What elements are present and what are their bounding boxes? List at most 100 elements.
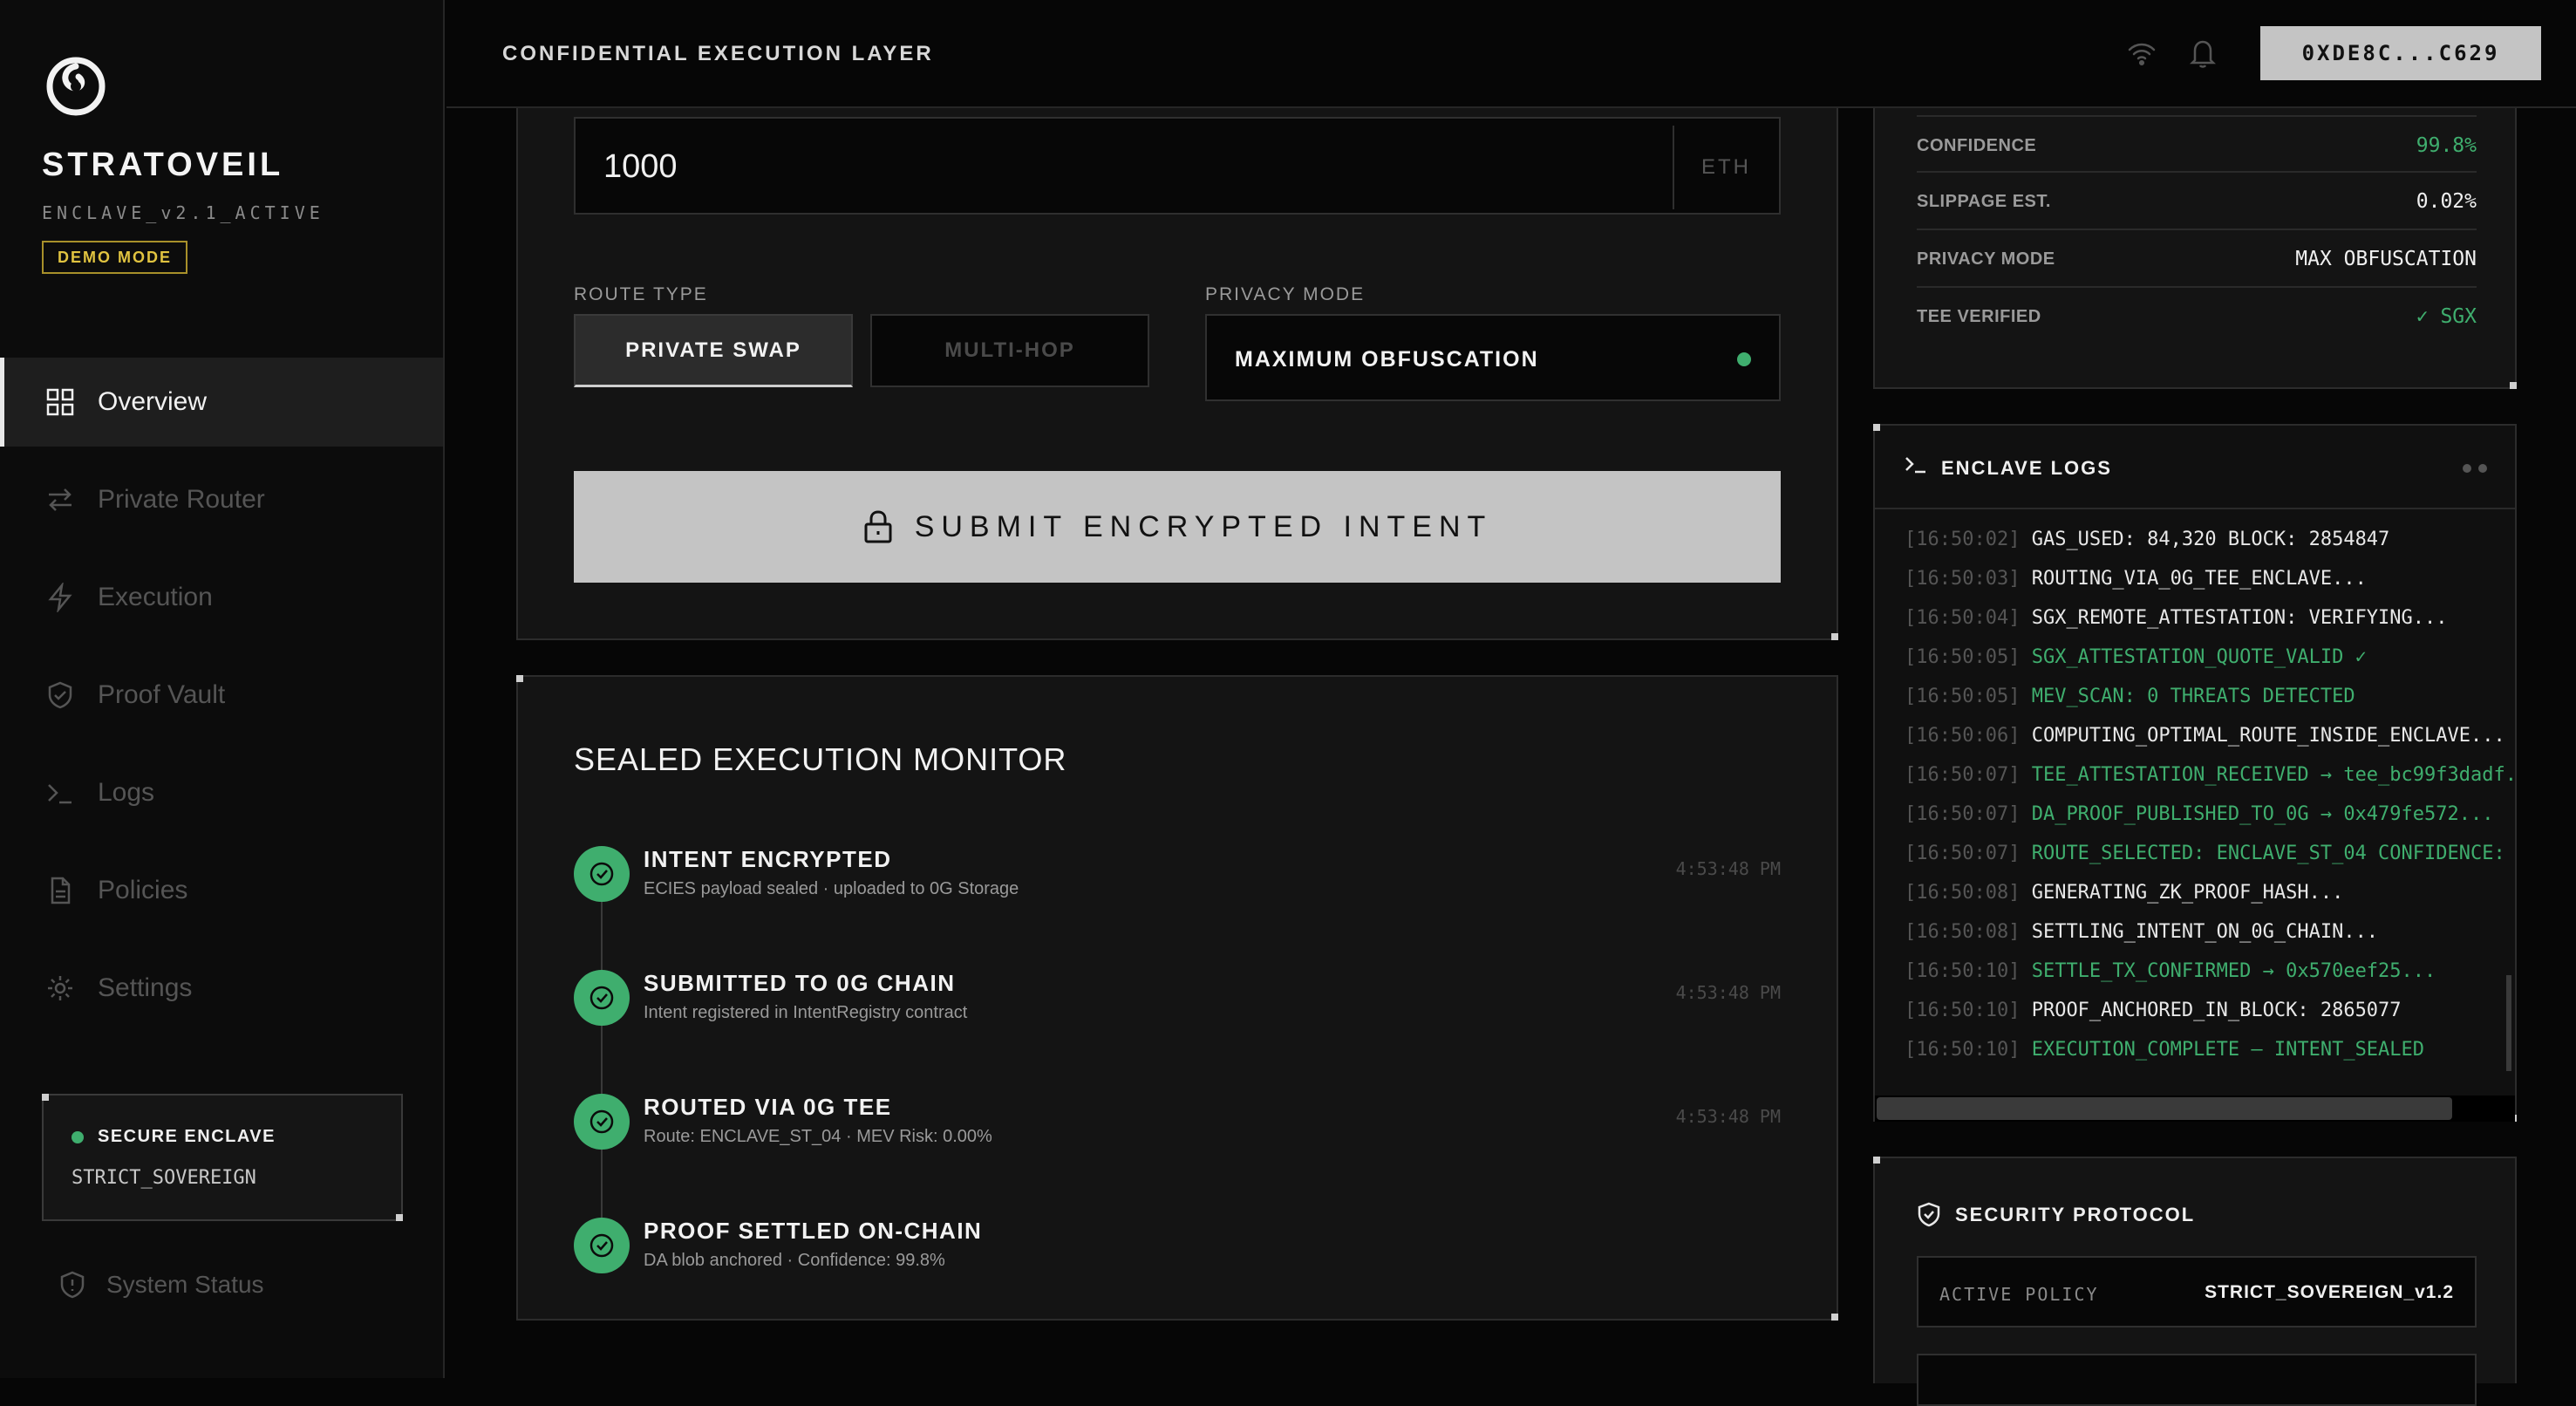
log-line: [16:50:07] ROUTE_SELECTED: ENCLAVE_ST_04… xyxy=(1905,843,2515,864)
shield-check-icon xyxy=(48,681,72,709)
document-icon xyxy=(51,877,71,904)
logs-header: ENCLAVE LOGS xyxy=(1875,426,2515,509)
step-time: 4:53:48 PM xyxy=(1675,982,1781,1003)
log-message: SETTLING_INTENT_ON_0G_CHAIN... xyxy=(2031,921,2379,943)
log-message: SGX_ATTESTATION_QUOTE_VALID ✓ xyxy=(2031,646,2367,668)
log-message: EXECUTION_COMPLETE — INTENT_SEALED xyxy=(2031,1039,2425,1061)
log-line: [16:50:03] ROUTING_VIA_0G_TEE_ENCLAVE... xyxy=(1905,568,2367,590)
sidebar-nav: Overview Private Router Execution Proof … xyxy=(0,358,443,1041)
sidebar-item-label: Private Router xyxy=(98,485,265,514)
stat-value: ✓ SGX xyxy=(2416,305,2477,328)
log-message: SGX_REMOTE_ATTESTATION: VERIFYING... xyxy=(2031,607,2448,629)
log-message: GENERATING_ZK_PROOF_HASH... xyxy=(2031,882,2344,904)
amount-value: 1000 xyxy=(603,148,678,185)
stat-value: 0.02% xyxy=(2416,190,2477,213)
sidebar-item-policies[interactable]: Policies xyxy=(0,846,443,935)
gear-icon xyxy=(48,976,72,1000)
more-options-icon[interactable] xyxy=(2463,464,2487,473)
log-line: [16:50:10] PROOF_ANCHORED_IN_BLOCK: 2865… xyxy=(1905,1000,2402,1021)
step-description: ECIES payload sealed · uploaded to 0G St… xyxy=(644,879,1019,898)
timeline-step: SUBMITTED TO 0G CHAIN Intent registered … xyxy=(574,970,1781,1031)
shield-check-icon xyxy=(1918,1202,1940,1227)
security-protocol-panel: SECURITY PROTOCOL ACTIVE POLICY STRICT_S… xyxy=(1873,1157,2517,1406)
stat-row: SLIPPAGE EST. 0.02% xyxy=(1917,173,2477,230)
brand-name: STRATOVEIL xyxy=(42,147,284,183)
log-line: [16:50:05] SGX_ATTESTATION_QUOTE_VALID ✓ xyxy=(1905,646,2367,668)
log-line: [16:50:10] SETTLE_TX_CONFIRMED → 0x570ee… xyxy=(1905,960,2436,982)
log-message: SETTLE_TX_CONFIRMED → 0x570eef25... xyxy=(2031,960,2436,982)
logs-title: ENCLAVE LOGS xyxy=(1941,457,2112,479)
stat-key: TEE VERIFIED xyxy=(1917,307,2041,326)
route-private-swap-button[interactable]: PRIVATE SWAP xyxy=(574,314,853,387)
horizontal-scrollbar[interactable] xyxy=(1875,1095,2515,1122)
sidebar-item-private-router[interactable]: Private Router xyxy=(0,455,443,544)
route-type-label: ROUTE TYPE xyxy=(574,284,708,304)
status-dot xyxy=(72,1130,84,1143)
log-line: [16:50:02] GAS_USED: 84,320 BLOCK: 28548… xyxy=(1905,529,2389,550)
sidebar-item-label: Execution xyxy=(98,583,213,611)
step-time: 4:53:48 PM xyxy=(1675,1106,1781,1127)
log-timestamp: [16:50:08] xyxy=(1905,921,2021,943)
log-message: COMPUTING_OPTIMAL_ROUTE_INSIDE_ENCLAVE..… xyxy=(2031,725,2505,747)
log-timestamp: [16:50:04] xyxy=(1905,607,2021,629)
enclave-title: SECURE ENCLAVE xyxy=(98,1127,276,1146)
sidebar-item-overview[interactable]: Overview xyxy=(0,358,443,447)
check-circle-icon xyxy=(589,1109,614,1134)
route-stats-panel: CONFIDENCE 99.8% SLIPPAGE EST. 0.02% PRI… xyxy=(1873,108,2517,389)
active-policy-row: ACTIVE POLICY STRICT_SOVEREIGN_v1.2 xyxy=(1917,1256,2477,1328)
sidebar-item-label: Overview xyxy=(98,387,208,416)
sidebar-item-proof-vault[interactable]: Proof Vault xyxy=(0,651,443,740)
intent-form-panel: 1000 ETH ROUTE TYPE PRIVATE SWAP MULTI-H… xyxy=(516,108,1838,640)
log-timestamp: [16:50:03] xyxy=(1905,568,2021,590)
step-description: Route: ENCLAVE_ST_04 · MEV Risk: 0.00% xyxy=(644,1127,992,1146)
version-label: ENCLAVE_v2.1_ACTIVE xyxy=(42,202,324,223)
step-title: PROOF SETTLED ON-CHAIN xyxy=(644,1218,983,1244)
route-multi-hop-button[interactable]: MULTI-HOP xyxy=(870,314,1149,387)
log-line: [16:50:08] SETTLING_INTENT_ON_0G_CHAIN..… xyxy=(1905,921,2378,943)
status-dot xyxy=(1737,352,1751,366)
step-description: Intent registered in IntentRegistry cont… xyxy=(644,1003,968,1022)
top-header: CONFIDENTIAL EXECUTION LAYER 0XDE8C...C6… xyxy=(446,0,2576,108)
demo-mode-badge: DEMO MODE xyxy=(42,241,188,274)
sidebar-item-label: Logs xyxy=(98,778,155,807)
log-line: [16:50:07] TEE_ATTESTATION_RECEIVED → te… xyxy=(1905,764,2515,786)
vertical-scrollbar[interactable] xyxy=(2506,975,2511,1071)
terminal-icon xyxy=(48,784,72,804)
security-title: SECURITY PROTOCOL xyxy=(1955,1204,2196,1225)
log-message: ROUTING_VIA_0G_TEE_ENCLAVE... xyxy=(2031,568,2367,590)
check-circle-icon xyxy=(589,862,614,886)
scrollbar-thumb[interactable] xyxy=(1877,1097,2452,1120)
log-timestamp: [16:50:06] xyxy=(1905,725,2021,747)
amount-input[interactable]: 1000 ETH xyxy=(574,117,1781,215)
timeline-step: PROOF SETTLED ON-CHAIN DA blob anchored … xyxy=(574,1218,1781,1279)
log-timestamp: [16:50:05] xyxy=(1905,686,2021,707)
check-circle-icon xyxy=(589,1233,614,1258)
sidebar-item-label: Settings xyxy=(98,973,193,1002)
privacy-mode-select[interactable]: MAXIMUM OBFUSCATION xyxy=(1205,314,1781,401)
sidebar: STRATOVEIL ENCLAVE_v2.1_ACTIVE DEMO MODE… xyxy=(0,0,445,1378)
step-title: INTENT ENCRYPTED xyxy=(644,846,892,872)
lightning-icon xyxy=(48,583,72,612)
log-line: [16:50:10] EXECUTION_COMPLETE — INTENT_S… xyxy=(1905,1039,2424,1061)
terminal-icon xyxy=(1905,457,1925,474)
enclave-logs-panel: ENCLAVE LOGS [16:50:02] GAS_USED: 84,320… xyxy=(1873,424,2517,1122)
page-title: CONFIDENTIAL EXECUTION LAYER xyxy=(502,42,934,65)
log-timestamp: [16:50:10] xyxy=(1905,1039,2021,1061)
bell-icon[interactable] xyxy=(2187,37,2218,70)
log-line: [16:50:06] COMPUTING_OPTIMAL_ROUTE_INSID… xyxy=(1905,725,2505,747)
sidebar-item-execution[interactable]: Execution xyxy=(0,553,443,642)
log-timestamp: [16:50:10] xyxy=(1905,1000,2021,1021)
log-list[interactable]: [16:50:02] GAS_USED: 84,320 BLOCK: 28548… xyxy=(1875,511,2515,1061)
stat-key: PRIVACY MODE xyxy=(1917,249,2055,269)
wallet-address-button[interactable]: 0XDE8C...C629 xyxy=(2260,26,2541,80)
system-status-link[interactable]: System Status xyxy=(58,1270,264,1300)
shield-alert-icon xyxy=(60,1271,85,1299)
divider xyxy=(1673,126,1674,209)
log-message: GAS_USED: 84,320 BLOCK: 2854847 xyxy=(2031,529,2390,550)
sidebar-item-settings[interactable]: Settings xyxy=(0,944,443,1033)
sidebar-item-logs[interactable]: Logs xyxy=(0,748,443,837)
submit-encrypted-intent-button[interactable]: SUBMIT ENCRYPTED INTENT xyxy=(574,471,1781,583)
wifi-icon[interactable] xyxy=(2126,38,2157,70)
log-line: [16:50:08] GENERATING_ZK_PROOF_HASH... xyxy=(1905,882,2343,904)
sealed-execution-monitor: SEALED EXECUTION MONITOR INTENT ENCRYPTE… xyxy=(516,675,1838,1321)
